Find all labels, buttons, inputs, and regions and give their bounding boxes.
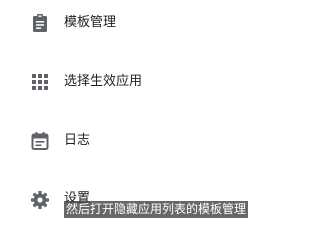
video-subtitle-caption: 然后打开隐藏应用列表的模板管理 <box>64 201 249 218</box>
apps-grid-icon <box>30 72 50 92</box>
menu-item-label: 日志 <box>64 133 91 148</box>
gear-icon <box>30 190 50 210</box>
menu-item-log[interactable]: 日志 <box>0 121 320 161</box>
menu-item-select-apps[interactable]: 选择生效应用 <box>0 62 320 102</box>
menu-item-label: 模板管理 <box>64 15 117 30</box>
clipboard-icon <box>30 13 50 33</box>
menu-item-label: 选择生效应用 <box>64 74 143 89</box>
menu-item-template-management[interactable]: 模板管理 <box>0 3 320 43</box>
calendar-log-icon <box>30 131 50 151</box>
